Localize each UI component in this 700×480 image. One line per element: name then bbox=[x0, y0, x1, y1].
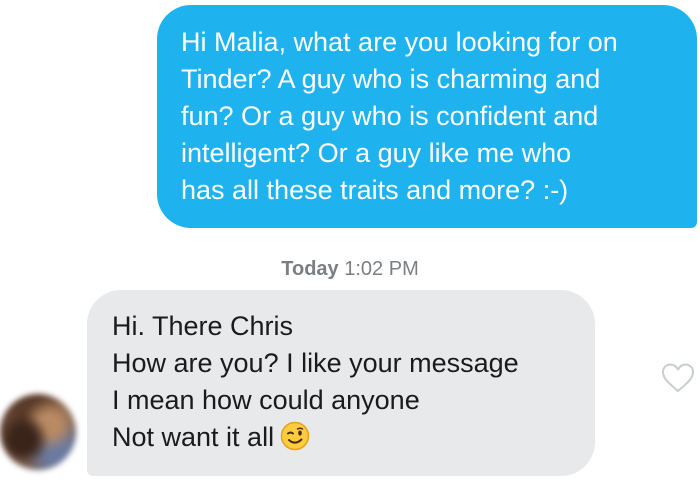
timestamp-day: Today bbox=[281, 258, 339, 280]
heart-outline-icon[interactable] bbox=[661, 362, 695, 394]
incoming-message-text: Not want it all bbox=[112, 422, 275, 452]
incoming-message-line: Hi. There Chris bbox=[112, 311, 294, 341]
outgoing-message-line: Tinder? A guy who is charming and bbox=[181, 64, 601, 94]
incoming-message-line: How are you? I like your message bbox=[112, 348, 519, 378]
winking-face-emoji-icon bbox=[280, 421, 310, 451]
outgoing-message-line: Hi Malia, what are you looking for on bbox=[181, 27, 618, 57]
avatar[interactable] bbox=[0, 394, 76, 470]
outgoing-message-line: intelligent? Or a guy like me who bbox=[181, 138, 572, 168]
incoming-message-bubble[interactable]: Hi. There Chris How are you? I like your… bbox=[87, 290, 595, 476]
outgoing-message-line: has all these traits and more? :-) bbox=[181, 175, 569, 205]
chat-screen: Hi Malia, what are you looking for on Ti… bbox=[0, 0, 700, 480]
outgoing-message-line: fun? Or a guy who is confident and bbox=[181, 101, 599, 131]
outgoing-message-bubble[interactable]: Hi Malia, what are you looking for on Ti… bbox=[157, 5, 697, 228]
incoming-message-line: I mean how could anyone bbox=[112, 385, 420, 415]
timestamp-time: 1:02 PM bbox=[344, 258, 419, 280]
message-timestamp: Today 1:02 PM bbox=[0, 257, 700, 281]
incoming-message-line: Not want it all bbox=[112, 419, 595, 456]
